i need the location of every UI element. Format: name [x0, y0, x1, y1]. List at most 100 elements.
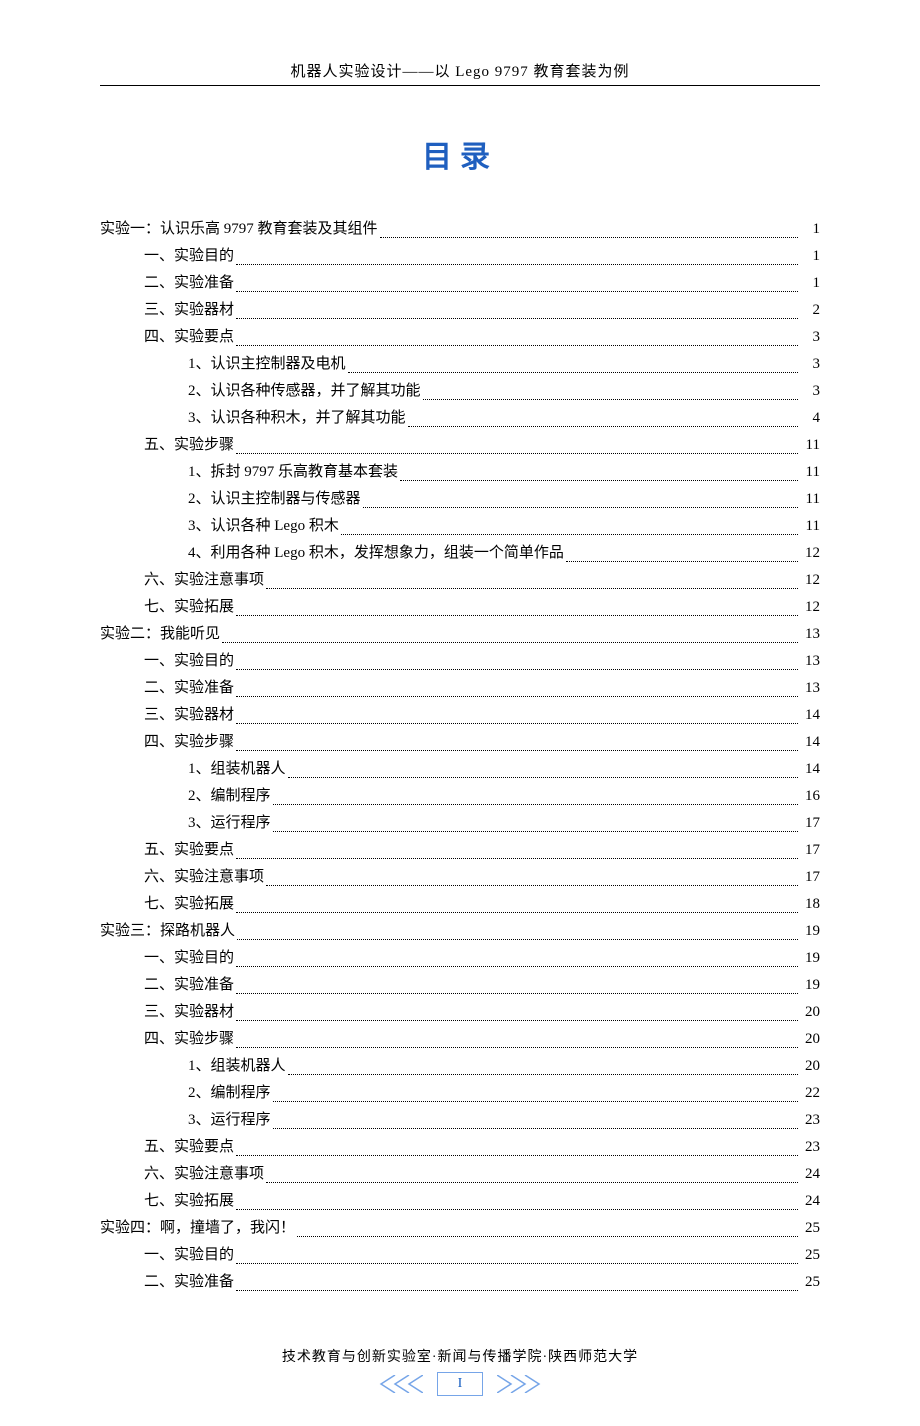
toc-leader-dots — [236, 911, 798, 913]
toc-entry[interactable]: 三、实验器材 14 — [144, 702, 820, 729]
toc-entry[interactable]: 实验一：认识乐高 9797 教育套装及其组件 1 — [100, 216, 820, 243]
toc-leader-dots — [236, 1154, 798, 1156]
toc-entry[interactable]: 一、实验目的1 — [144, 243, 820, 270]
toc-leader-dots — [236, 1289, 798, 1291]
toc-leader-dots — [408, 425, 798, 427]
toc-entry[interactable]: 三、实验器材20 — [144, 999, 820, 1026]
toc-entry[interactable]: 3、认识各种 Lego 积木11 — [188, 513, 820, 540]
toc-leader-dots — [236, 749, 798, 751]
toc-entry-label: 3、认识各种 Lego 积木 — [188, 513, 339, 540]
toc-entry-page: 25 — [800, 1215, 820, 1242]
toc-entry-label: 实验二：我能听见 — [100, 621, 220, 648]
toc-entry-page: 13 — [800, 621, 820, 648]
toc-entry-page: 20 — [800, 1026, 820, 1053]
toc-entry-page: 17 — [800, 837, 820, 864]
toc-leader-dots — [266, 1181, 798, 1183]
toc-leader-dots — [236, 695, 798, 697]
toc-entry-page: 19 — [800, 918, 820, 945]
toc-entry[interactable]: 二、实验准备 13 — [144, 675, 820, 702]
toc-entry[interactable]: 实验四：啊，撞墙了，我闪！25 — [100, 1215, 820, 1242]
toc-entry[interactable]: 4、利用各种 Lego 积木，发挥想象力，组装一个简单作品12 — [188, 540, 820, 567]
toc-entry-label: 2、认识主控制器与传感器 — [188, 486, 361, 513]
toc-entry-label: 2、编制程序 — [188, 783, 271, 810]
toc-entry-page: 1 — [800, 270, 820, 297]
toc-entry-label: 一、实验目的 — [144, 945, 234, 972]
toc-entry[interactable]: 2、认识各种传感器，并了解其功能 3 — [188, 378, 820, 405]
chevron-right-icon — [497, 1375, 541, 1393]
toc-entry-label: 七、实验拓展 — [144, 1188, 234, 1215]
toc-entry[interactable]: 五、实验要点23 — [144, 1134, 820, 1161]
toc-entry-label: 2、编制程序 — [188, 1080, 271, 1107]
toc-entry-page: 12 — [800, 540, 820, 567]
toc-entry-label: 二、实验准备 — [144, 675, 234, 702]
toc-entry[interactable]: 一、实验目的 19 — [144, 945, 820, 972]
toc-entry[interactable]: 二、实验准备1 — [144, 270, 820, 297]
toc-entry[interactable]: 3、运行程序23 — [188, 1107, 820, 1134]
toc-entry[interactable]: 1、拆封 9797 乐高教育基本套装11 — [188, 459, 820, 486]
toc-entry[interactable]: 二、实验准备 25 — [144, 1269, 820, 1296]
toc-entry[interactable]: 三、实验器材2 — [144, 297, 820, 324]
toc-entry-page: 20 — [800, 1053, 820, 1080]
toc-leader-dots — [237, 938, 798, 940]
toc-entry[interactable]: 1、组装机器人 20 — [188, 1053, 820, 1080]
toc-entry-page: 1 — [800, 216, 820, 243]
toc-entry[interactable]: 1、组装机器人14 — [188, 756, 820, 783]
toc-entry[interactable]: 一、实验目的 25 — [144, 1242, 820, 1269]
toc-entry-label: 七、实验拓展 — [144, 594, 234, 621]
toc-entry-page: 23 — [800, 1107, 820, 1134]
toc-entry[interactable]: 六、实验注意事项17 — [144, 864, 820, 891]
toc-entry[interactable]: 实验二：我能听见 13 — [100, 621, 820, 648]
toc-leader-dots — [566, 560, 798, 562]
toc-entry[interactable]: 2、编制程序16 — [188, 783, 820, 810]
toc-entry-page: 17 — [800, 864, 820, 891]
toc-entry[interactable]: 五、实验要点17 — [144, 837, 820, 864]
toc-entry-label: 1、组装机器人 — [188, 1053, 286, 1080]
toc-entry[interactable]: 五、实验步骤11 — [144, 432, 820, 459]
toc-leader-dots — [236, 1046, 798, 1048]
toc-entry[interactable]: 六、实验注意事项24 — [144, 1161, 820, 1188]
toc-entry-page: 4 — [800, 405, 820, 432]
toc-entry-page: 2 — [800, 297, 820, 324]
toc-entry[interactable]: 四、实验步骤20 — [144, 1026, 820, 1053]
toc-entry-page: 23 — [800, 1134, 820, 1161]
toc-entry-page: 19 — [800, 945, 820, 972]
toc-entry-page: 24 — [800, 1188, 820, 1215]
toc-leader-dots — [236, 722, 798, 724]
toc-entry-label: 2、认识各种传感器，并了解其功能 — [188, 378, 421, 405]
toc-title: 目录 — [100, 132, 820, 176]
toc-entry[interactable]: 2、认识主控制器与传感器11 — [188, 486, 820, 513]
toc-entry[interactable]: 二、实验准备19 — [144, 972, 820, 999]
toc-leader-dots — [236, 992, 798, 994]
toc-entry-label: 二、实验准备 — [144, 1269, 234, 1296]
toc-entry-label: 实验一：认识乐高 9797 教育套装及其组件 — [100, 216, 378, 243]
toc-leader-dots — [400, 479, 798, 481]
toc-entry-page: 19 — [800, 972, 820, 999]
toc-entry-page: 25 — [800, 1269, 820, 1296]
toc-entry-label: 实验三：探路机器人 — [100, 918, 235, 945]
toc-entry[interactable]: 2、编制程序22 — [188, 1080, 820, 1107]
footer-organization: 技术教育与创新实验室·新闻与传播学院·陕西师范大学 — [100, 1346, 820, 1366]
toc-entry-label: 三、实验器材 — [144, 702, 234, 729]
toc-entry[interactable]: 一、实验目的13 — [144, 648, 820, 675]
toc-entry[interactable]: 七、实验拓展 24 — [144, 1188, 820, 1215]
toc-leader-dots — [341, 533, 798, 535]
toc-entry-label: 三、实验器材 — [144, 999, 234, 1026]
toc-entry-label: 一、实验目的 — [144, 1242, 234, 1269]
toc-entry-page: 13 — [800, 675, 820, 702]
toc-entry[interactable]: 3、运行程序17 — [188, 810, 820, 837]
toc-entry[interactable]: 六、实验注意事项12 — [144, 567, 820, 594]
toc-entry-label: 一、实验目的 — [144, 243, 234, 270]
toc-entry[interactable]: 七、实验拓展12 — [144, 594, 820, 621]
toc-entry-page: 25 — [800, 1242, 820, 1269]
toc-entry[interactable]: 实验三：探路机器人 19 — [100, 918, 820, 945]
toc-entry[interactable]: 七、实验拓展18 — [144, 891, 820, 918]
toc-entry-label: 四、实验要点 — [144, 324, 234, 351]
toc-entry-page: 14 — [800, 702, 820, 729]
toc-entry[interactable]: 3、认识各种积木，并了解其功能4 — [188, 405, 820, 432]
toc-entry-label: 五、实验步骤 — [144, 432, 234, 459]
toc-entry[interactable]: 四、实验要点3 — [144, 324, 820, 351]
toc-entry-page: 3 — [800, 378, 820, 405]
toc-entry[interactable]: 1、认识主控制器及电机3 — [188, 351, 820, 378]
toc-entry[interactable]: 四、实验步骤14 — [144, 729, 820, 756]
toc-leader-dots — [423, 398, 798, 400]
